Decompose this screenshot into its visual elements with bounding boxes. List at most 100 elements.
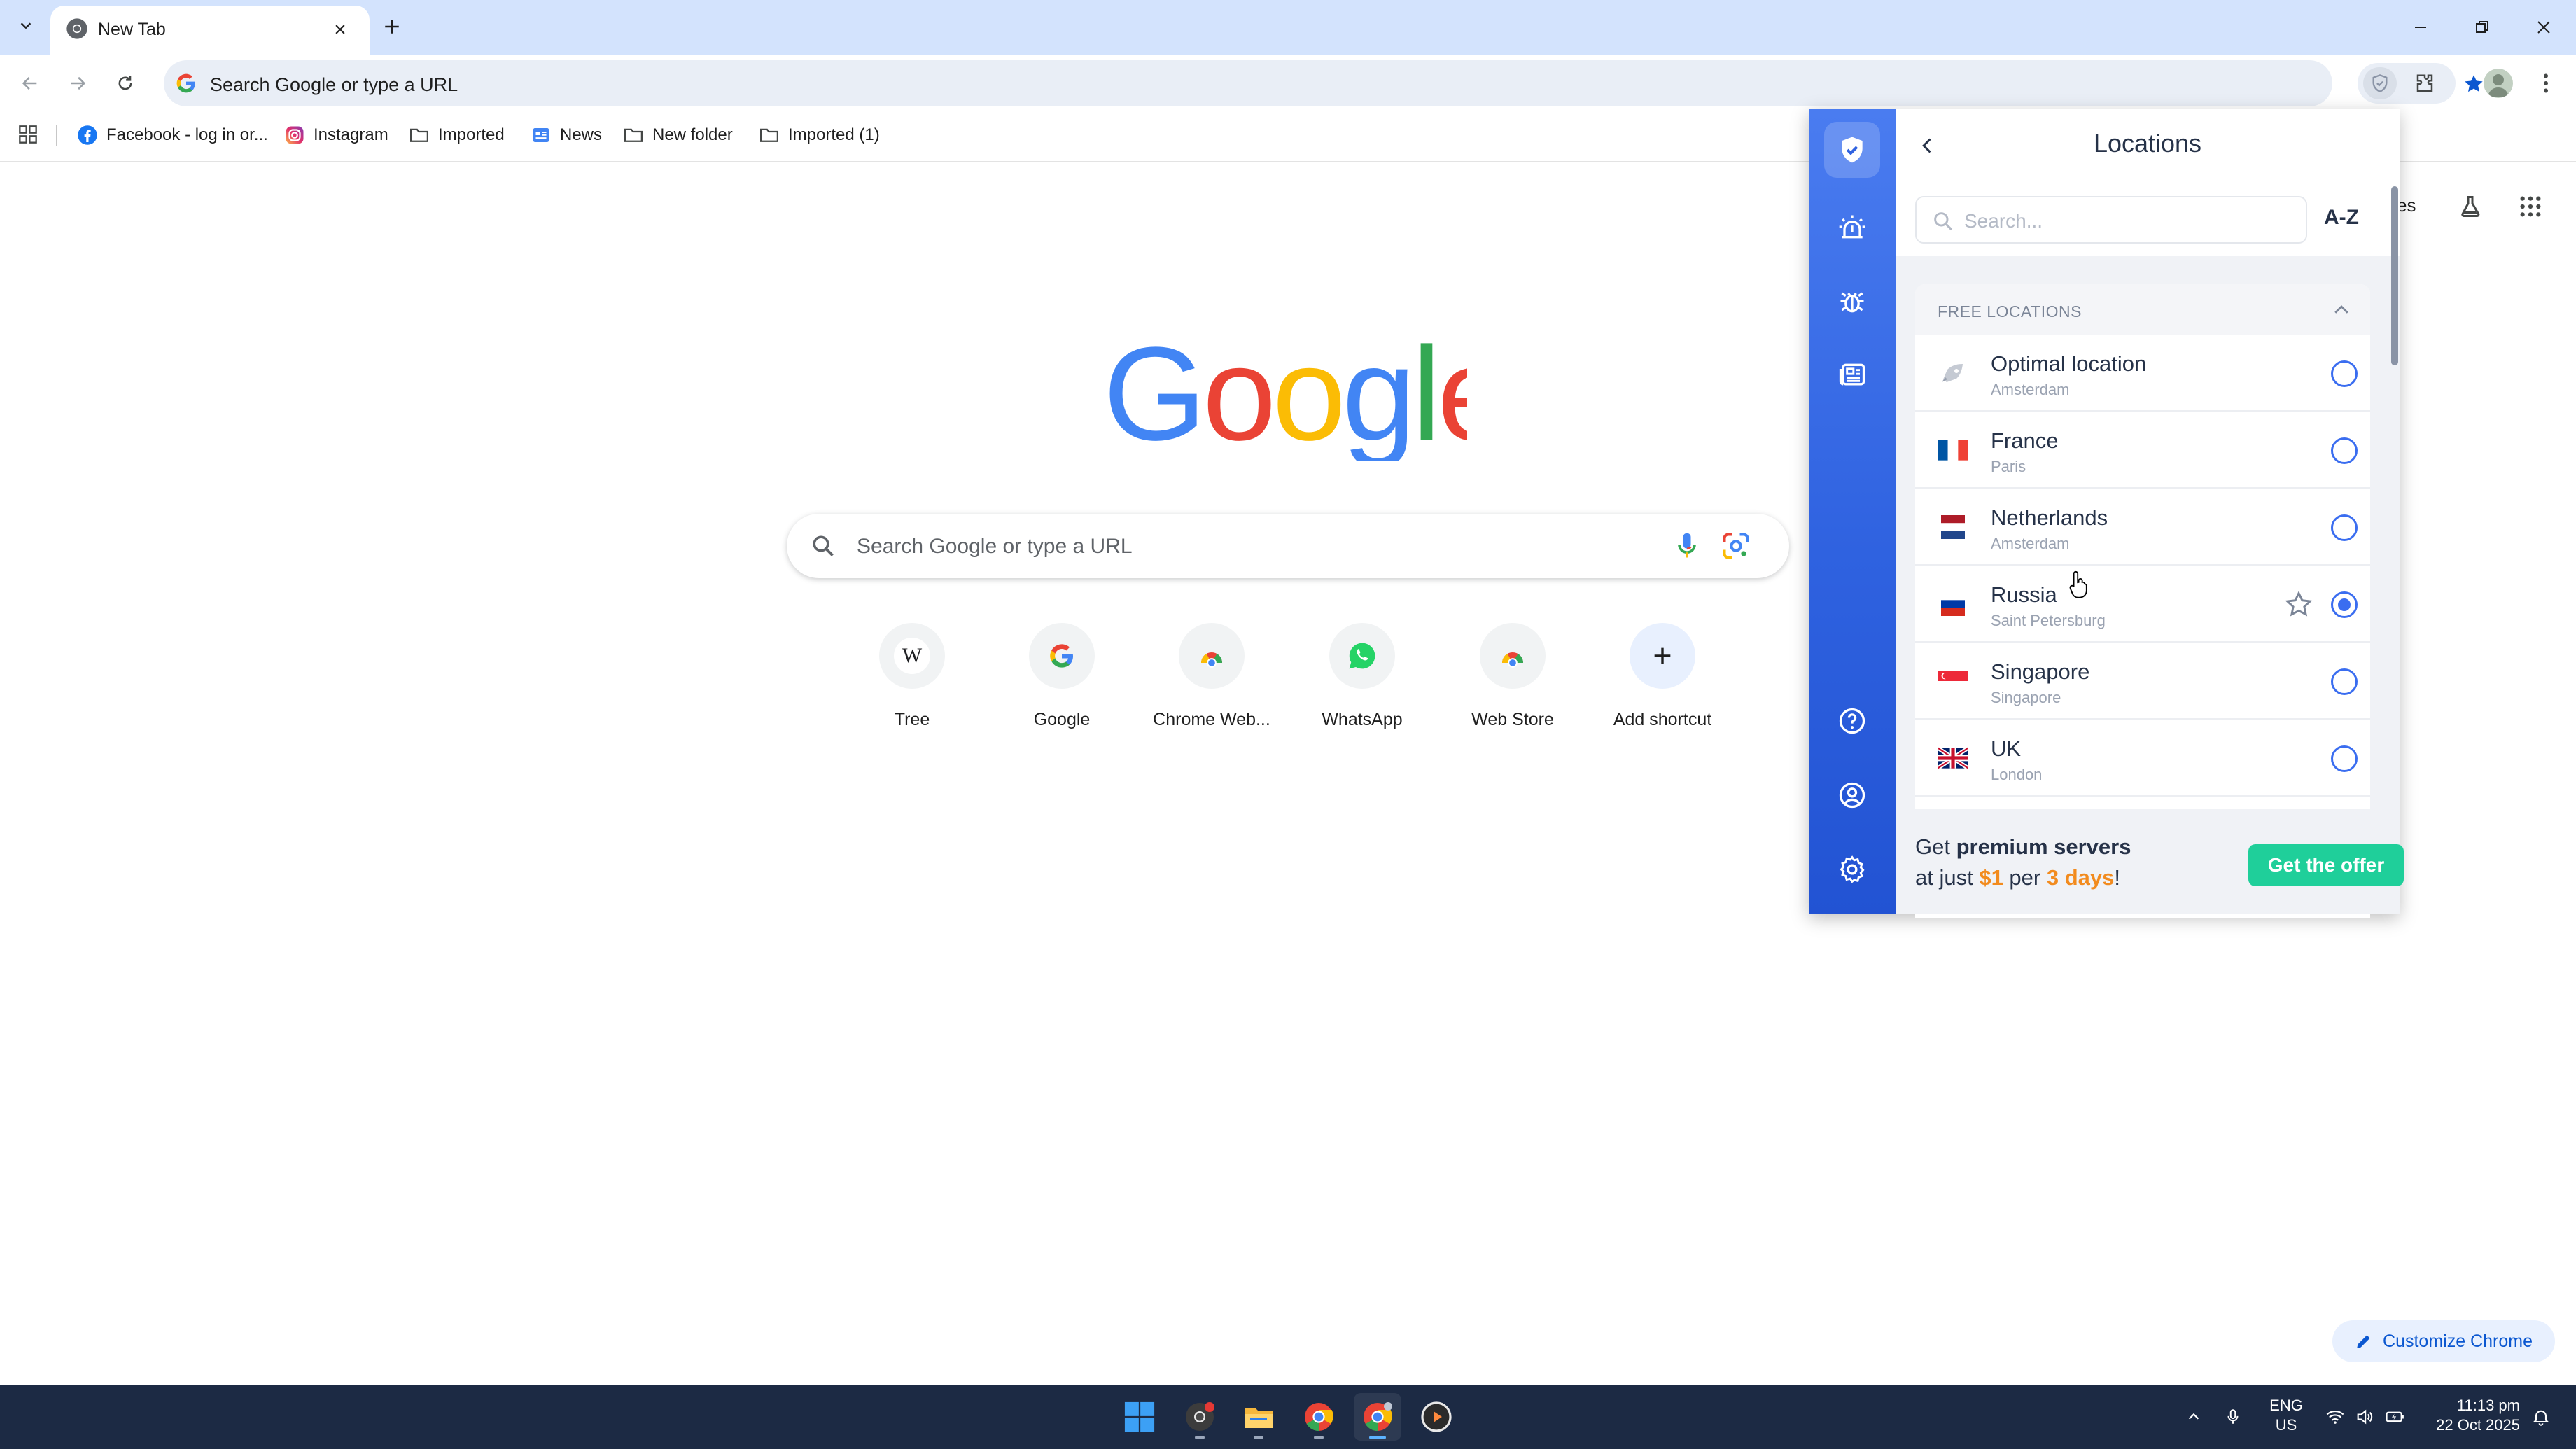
- location-row-netherlands[interactable]: Netherlands Amsterdam: [1915, 489, 2370, 566]
- bookmark-facebook[interactable]: Facebook - log in or...: [73, 120, 272, 150]
- wifi-tray-button[interactable]: [2320, 1403, 2351, 1431]
- add-shortcut-button[interactable]: Add shortcut: [1590, 622, 1735, 741]
- show-hidden-icons-button[interactable]: [2178, 1403, 2209, 1431]
- reload-button[interactable]: [108, 66, 143, 101]
- shortcut-whatsapp[interactable]: WhatsApp: [1290, 622, 1434, 741]
- flask-icon: [2461, 196, 2480, 217]
- search-icon: [1934, 212, 1953, 231]
- shortcut-tree[interactable]: W Tree: [840, 622, 984, 741]
- tab-new-tab[interactable]: New Tab: [50, 6, 370, 55]
- rail-news-button[interactable]: [1824, 347, 1880, 403]
- taskbar-app-chrome[interactable]: [1295, 1393, 1343, 1441]
- rail-alert-button[interactable]: [1824, 199, 1880, 255]
- shortcut-label: Chrome Web...: [1153, 710, 1270, 729]
- plus-icon: [1630, 623, 1695, 689]
- battery-tray-button[interactable]: [2380, 1403, 2411, 1431]
- vpn-search-box[interactable]: [1915, 196, 2307, 244]
- microphone-icon[interactable]: [1672, 531, 1702, 561]
- location-row-singapore[interactable]: Singapore Singapore: [1915, 643, 2370, 720]
- wikipedia-icon: W: [879, 623, 945, 689]
- instagram-icon: [284, 125, 305, 146]
- location-radio[interactable]: [2331, 514, 2358, 541]
- location-radio[interactable]: [2331, 746, 2358, 772]
- taskbar-clock[interactable]: 11:13 pm 22 Oct 2025: [2429, 1396, 2520, 1435]
- shortcut-google[interactable]: Google: [990, 622, 1134, 741]
- rail-help-button[interactable]: [1824, 693, 1880, 749]
- ntp-search-box[interactable]: Search Google or type a URL: [787, 514, 1789, 578]
- location-radio-selected[interactable]: [2331, 592, 2358, 618]
- location-radio[interactable]: [2331, 360, 2358, 387]
- taskbar-app-file-explorer[interactable]: [1235, 1393, 1282, 1441]
- star-outline-icon[interactable]: [2283, 589, 2314, 620]
- bookmark-folder-imported-1[interactable]: Imported (1): [755, 120, 884, 150]
- location-row-uk[interactable]: UK London: [1915, 720, 2370, 797]
- taskbar-app-media-player[interactable]: [1413, 1393, 1460, 1441]
- location-city: Singapore: [1991, 689, 2062, 706]
- taskbar-app-chrome-dev[interactable]: [1176, 1393, 1224, 1441]
- microphone-tray-button[interactable]: [2218, 1403, 2248, 1431]
- restore-button[interactable]: [2451, 6, 2513, 49]
- free-locations-header[interactable]: FREE LOCATIONS: [1915, 284, 2370, 335]
- chrome-icon: [1305, 1403, 1334, 1432]
- ntp-top-link-partial[interactable]: es: [2397, 195, 2416, 216]
- google-icon: [176, 74, 195, 93]
- tab-close-button[interactable]: [326, 15, 354, 43]
- location-row-france[interactable]: France Paris: [1915, 412, 2370, 489]
- new-tab-button[interactable]: [377, 11, 407, 42]
- rail-settings-button[interactable]: [1824, 841, 1880, 897]
- window-close-button[interactable]: [2513, 6, 2575, 49]
- vpn-extension-button[interactable]: [2363, 67, 2397, 99]
- free-locations-label: FREE LOCATIONS: [1938, 302, 2082, 321]
- get-offer-button[interactable]: Get the offer: [2248, 844, 2404, 886]
- rail-account-button[interactable]: [1824, 767, 1880, 823]
- location-row-russia[interactable]: Russia Saint Petersburg: [1915, 566, 2370, 643]
- bookmarks-separator: [56, 125, 57, 146]
- avatar-icon: [2488, 74, 2509, 97]
- chrome-menu-button[interactable]: [2531, 69, 2561, 98]
- profile-avatar[interactable]: [2484, 69, 2513, 98]
- chevron-down-icon: [20, 22, 31, 29]
- vpn-sort-button[interactable]: A-Z: [2324, 206, 2359, 230]
- folder-icon: [759, 125, 780, 146]
- input-language-indicator[interactable]: ENG US: [2264, 1396, 2309, 1435]
- rail-bug-button[interactable]: [1824, 273, 1880, 329]
- labs-button[interactable]: [2453, 189, 2488, 224]
- taskbar-running-indicator: [1195, 1436, 1205, 1439]
- bell-icon: [2533, 1410, 2549, 1426]
- extensions-button[interactable]: [2408, 67, 2442, 99]
- location-radio[interactable]: [2331, 438, 2358, 464]
- shortcut-web-store[interactable]: Web Store: [1441, 622, 1585, 741]
- google-apps-button[interactable]: [2513, 189, 2548, 224]
- forward-button[interactable]: [60, 66, 95, 101]
- taskbar-app-chrome-active[interactable]: [1354, 1393, 1401, 1441]
- bookmark-folder-imported[interactable]: Imported: [405, 120, 509, 150]
- news-icon: [531, 125, 552, 146]
- tab-search-button[interactable]: [10, 10, 42, 42]
- wifi-icon: [2326, 1410, 2344, 1424]
- bookmark-label: News: [560, 125, 603, 144]
- bookmark-folder-new-folder[interactable]: New folder: [619, 120, 737, 150]
- help-circle-icon: [1839, 708, 1865, 734]
- vpn-search-input[interactable]: [1964, 207, 2293, 235]
- rail-protection-button[interactable]: [1824, 122, 1880, 178]
- location-row-optimal[interactable]: Optimal location Amsterdam: [1915, 335, 2370, 412]
- apps-shortcut-button[interactable]: [15, 122, 41, 147]
- bug-icon: [1840, 292, 1864, 313]
- minimize-button[interactable]: [2390, 6, 2451, 49]
- location-radio[interactable]: [2331, 668, 2358, 695]
- arrow-left-icon: [22, 76, 37, 90]
- notifications-button[interactable]: [2526, 1403, 2556, 1431]
- start-button[interactable]: [1116, 1393, 1163, 1441]
- location-name: France: [1991, 428, 2059, 453]
- shortcut-chrome-web-store[interactable]: Chrome Web...: [1140, 622, 1284, 741]
- volume-tray-button[interactable]: [2349, 1403, 2380, 1431]
- google-lens-icon[interactable]: [1721, 531, 1751, 561]
- customize-chrome-button[interactable]: Customize Chrome: [2332, 1320, 2555, 1362]
- location-name: Singapore: [1991, 659, 2090, 684]
- bookmark-instagram[interactable]: Instagram: [280, 120, 393, 150]
- chevron-up-icon: [2334, 305, 2348, 314]
- address-bar[interactable]: Search Google or type a URL: [164, 60, 2483, 106]
- back-button[interactable]: [13, 66, 48, 101]
- vpn-scrollbar[interactable]: [2391, 186, 2398, 365]
- bookmark-news[interactable]: News: [526, 120, 606, 150]
